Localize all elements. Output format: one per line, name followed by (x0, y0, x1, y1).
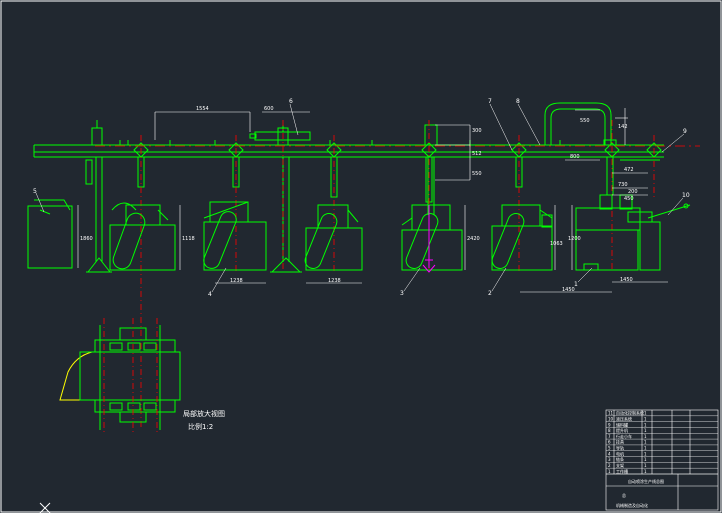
dim-w4: 1450 (620, 277, 633, 283)
tank-1 (27, 199, 73, 269)
dim-d4: 450 (624, 196, 634, 202)
dimension-text: 1554 600 300 512 550 1860 1118 2420 1063… (80, 106, 638, 293)
tank-4 (304, 204, 363, 271)
dim-d2: 200 (628, 189, 638, 195)
dim-v4: 1063 (550, 241, 563, 247)
transfer-loop (544, 102, 612, 145)
parts-cell: 1 (644, 411, 647, 416)
dim-right-span: 800 (570, 154, 580, 160)
detail-scale: 比例1:2 (188, 422, 213, 431)
parts-cell: 行走小车 (616, 433, 632, 439)
parts-cell: 3 (608, 457, 611, 462)
parts-cell: 挂具 (616, 439, 624, 445)
parts-cell: 电机 (616, 450, 624, 456)
parts-cell: 导轨 (616, 445, 624, 451)
parts-cell: 8 (608, 428, 611, 433)
tank-6 (491, 204, 553, 271)
callout-7: 7 (488, 98, 492, 105)
parts-cell: 链条 (616, 456, 624, 462)
parts-cell: 1 (644, 422, 647, 427)
parts-cell: 1 (644, 434, 647, 439)
parts-cell: 工作槽 (616, 468, 628, 474)
parts-cell: 1 (644, 416, 647, 421)
callout-3: 3 (400, 290, 404, 297)
callout-2: 2 (488, 290, 492, 297)
sheet-label: 总 (622, 492, 626, 498)
parts-cell: 自动化控制系统 (616, 410, 644, 416)
callout-4: 4 (208, 291, 212, 298)
dim-h1: 300 (472, 128, 482, 134)
callout-1: 1 (574, 281, 578, 288)
parts-cell: 7 (608, 434, 611, 439)
parts-table: 11 自动化控制系统 110 液压系统 19 储料罐 18 提升机 17 行走小车 16 挂具 15 导轨… (606, 410, 718, 475)
dim-v5: 1118 (182, 236, 195, 242)
school-name: 机械制造及自动化 (616, 502, 648, 508)
dim-h2: 512 (472, 151, 482, 157)
dim-v1: 1860 (80, 236, 93, 242)
dim-top-right-2: 142 (618, 124, 628, 130)
callout-5: 5 (33, 188, 37, 195)
parts-cell: 4 (608, 451, 611, 456)
tank-5 (401, 204, 463, 271)
detail-view: 局部放大视图 比例1:2 (59, 318, 225, 432)
callouts: 6 7 8 9 10 5 4 3 2 1 (33, 98, 690, 298)
callout-9: 9 (683, 128, 687, 135)
detail-caption: 局部放大视图 (183, 409, 225, 418)
parts-cell: 1 (644, 446, 647, 451)
parts-cell: 6 (608, 440, 611, 445)
callout-8: 8 (516, 98, 520, 105)
dim-v3: 550 (472, 171, 482, 177)
centerlines (95, 120, 700, 430)
callout-6: 6 (289, 98, 293, 105)
lift-station (575, 194, 691, 271)
parts-cell: 10 (608, 416, 614, 421)
parts-cell: 1 (644, 440, 647, 445)
dimension-lines (77, 108, 668, 293)
top-cylinder (249, 125, 311, 141)
parts-cell: 9 (608, 422, 611, 427)
dim-v2: 2420 (467, 236, 480, 242)
drawing-border (0, 0, 722, 513)
dim-stroke: 600 (264, 106, 274, 112)
dim-w1: 1238 (230, 278, 243, 284)
tank-2 (109, 202, 176, 271)
dim-w2: 1238 (328, 278, 341, 284)
dim-w3: 1450 (562, 287, 575, 293)
parts-cell: 储料罐 (616, 421, 628, 427)
dim-top-span: 1554 (196, 106, 209, 112)
parts-cell: 1 (608, 469, 611, 474)
parts-cell: 1 (644, 463, 647, 468)
parts-cell: 1 (644, 428, 647, 433)
dim-v6: 1200 (568, 236, 581, 242)
callout-10: 10 (682, 192, 690, 199)
tank-3 (203, 201, 267, 271)
dim-d1: 730 (618, 182, 628, 188)
parts-cell: 11 (608, 411, 614, 416)
parts-cell: 液压系统 (616, 415, 632, 421)
parts-cell: 5 (608, 446, 611, 451)
rail-supports (85, 120, 617, 273)
dim-d3: 472 (624, 167, 634, 173)
parts-cell: 支架 (616, 462, 624, 468)
parts-cell: 提升机 (616, 427, 628, 433)
parts-cell: 2 (608, 463, 611, 468)
dim-top-right-1: 550 (580, 118, 590, 124)
parts-cell: 1 (644, 469, 647, 474)
parts-cell: 1 (644, 451, 647, 456)
cad-drawing: 1554 600 300 512 550 1860 1118 2420 1063… (0, 0, 722, 513)
drawing-title: 自动喷涂生产线总图 (628, 478, 664, 484)
parts-cell: 1 (644, 457, 647, 462)
